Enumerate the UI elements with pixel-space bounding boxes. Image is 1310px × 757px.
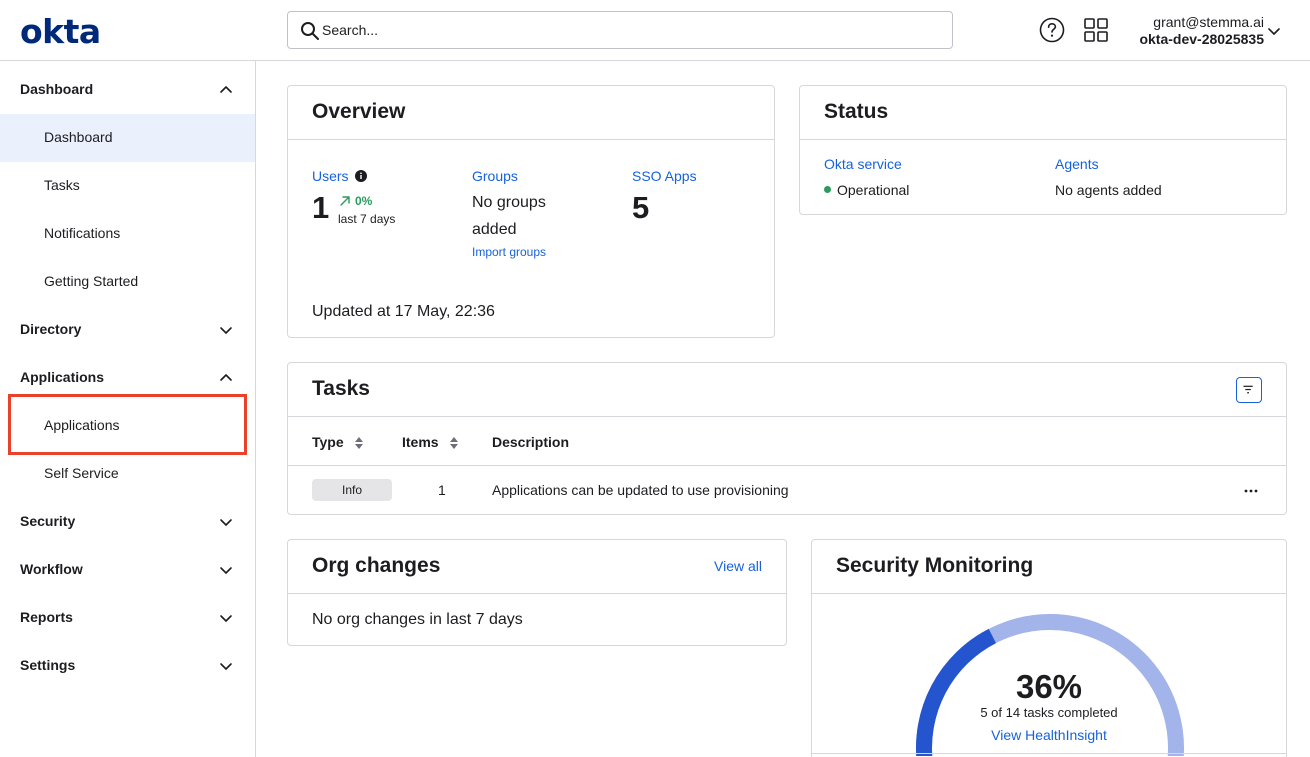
sidebar-item-notifications[interactable]: Notifications [0,210,255,258]
chevron-up-icon [220,374,232,381]
user-email: grant@stemma.ai [1153,14,1264,30]
task-type-badge: Info [312,479,392,501]
sidebar-section-settings[interactable]: Settings [0,642,255,690]
sidebar: Dashboard Dashboard Tasks Notifications … [0,61,256,757]
card-title: Tasks [312,377,370,400]
chevron-down-icon[interactable] [1266,23,1282,39]
task-description: Applications can be updated to use provi… [492,482,789,498]
divider [288,416,1286,417]
sidebar-item-label: Self Service [44,465,119,481]
app-switcher-icon[interactable] [1083,17,1109,43]
sidebar-section-workflow[interactable]: Workflow [0,546,255,594]
column-header-type[interactable]: Type [312,434,344,450]
search-box[interactable] [287,11,953,49]
info-icon[interactable] [355,170,367,182]
search-input[interactable] [322,12,922,48]
overview-card: Overview Users 1 0% last 7 days Groups N… [287,85,775,338]
card-title: Status [824,100,889,123]
sort-icon[interactable] [449,436,459,450]
highlight-box [8,394,247,455]
column-header-description: Description [492,434,570,450]
empty-state: No org changes in last 7 days [312,611,523,628]
sort-icon[interactable] [354,436,364,450]
updated-timestamp: Updated at 17 May, 22:36 [312,303,495,320]
sidebar-section-directory[interactable]: Directory [0,306,255,354]
column-header-items[interactable]: Items [402,434,439,450]
org-changes-card: Org changes View all No org changes in l… [287,539,787,646]
users-count: 1 [312,190,330,225]
divider [288,139,774,140]
sidebar-section-dashboard[interactable]: Dashboard [0,66,255,114]
card-title: Org changes [312,554,441,577]
sidebar-section-label: Applications [20,369,105,385]
import-groups-link[interactable]: Import groups [472,245,546,259]
status-dot [824,186,831,193]
filter-icon [1243,385,1253,394]
agents-link[interactable]: Agents [1055,156,1099,172]
sidebar-section-label: Workflow [20,561,83,577]
sidebar-item-self-service[interactable]: Self Service [0,450,255,498]
sidebar-item-dashboard[interactable]: Dashboard [0,114,255,162]
sidebar-section-reports[interactable]: Reports [0,594,255,642]
top-header: okta grant@stemma.ai okta-dev-28025835 [0,0,1310,61]
chevron-down-icon [220,615,232,622]
view-healthinsight-link[interactable]: View HealthInsight [812,727,1286,743]
users-link[interactable]: Users [312,168,349,184]
gauge-percent: 36% [1015,668,1083,705]
okta-service-link[interactable]: Okta service [824,156,902,172]
sidebar-item-getting-started[interactable]: Getting Started [0,258,255,306]
filter-button[interactable] [1236,377,1262,403]
user-org: okta-dev-28025835 [1139,31,1264,47]
okta-logo[interactable]: okta [20,12,101,51]
service-status: Operational [837,182,910,198]
agents-status: No agents added [1055,182,1162,198]
tasks-card: Tasks Type Items Description Info 1 Appl… [287,362,1287,515]
chevron-down-icon [220,327,232,334]
sidebar-section-security[interactable]: Security [0,498,255,546]
groups-value: No groups added [472,194,546,238]
status-card: Status Okta service Operational Agents N… [799,85,1287,215]
chevron-up-icon [220,86,232,93]
sidebar-section-label: Security [20,513,76,529]
sidebar-item-label: Getting Started [44,273,139,289]
chevron-down-icon [220,663,232,670]
card-title: Overview [312,100,406,123]
divider [288,593,786,594]
sidebar-item-tasks[interactable]: Tasks [0,162,255,210]
sidebar-section-label: Directory [20,321,82,337]
sidebar-section-label: Dashboard [20,81,94,97]
users-trend-period: last 7 days [338,212,396,226]
card-title: Security Monitoring [836,554,1034,577]
groups-link[interactable]: Groups [472,168,518,184]
divider [812,753,1286,754]
sidebar-section-label: Reports [20,609,73,625]
security-monitoring-card: Security Monitoring 36% 5 of 14 tasks co… [811,539,1287,757]
chevron-down-icon [220,519,232,526]
view-all-link[interactable]: View all [714,558,762,574]
sidebar-item-label: Tasks [44,177,80,193]
divider [288,465,1286,466]
users-trend: 0% [355,194,373,208]
divider [812,593,1286,594]
search-icon [301,22,319,40]
trend-up-icon [340,196,350,206]
chevron-down-icon [220,567,232,574]
sso-apps-count: 5 [632,190,650,225]
divider [800,139,1286,140]
help-icon[interactable] [1039,17,1065,43]
gauge-summary: 5 of 14 tasks completed [980,705,1118,720]
sso-apps-link[interactable]: SSO Apps [632,168,697,184]
more-options-icon[interactable] [1243,483,1259,499]
task-items-count: 1 [438,482,446,498]
user-menu[interactable]: grant@stemma.ai okta-dev-28025835 [1120,14,1264,48]
sidebar-section-label: Settings [20,657,76,673]
sidebar-item-label: Dashboard [44,129,113,145]
sidebar-item-label: Notifications [44,225,121,241]
